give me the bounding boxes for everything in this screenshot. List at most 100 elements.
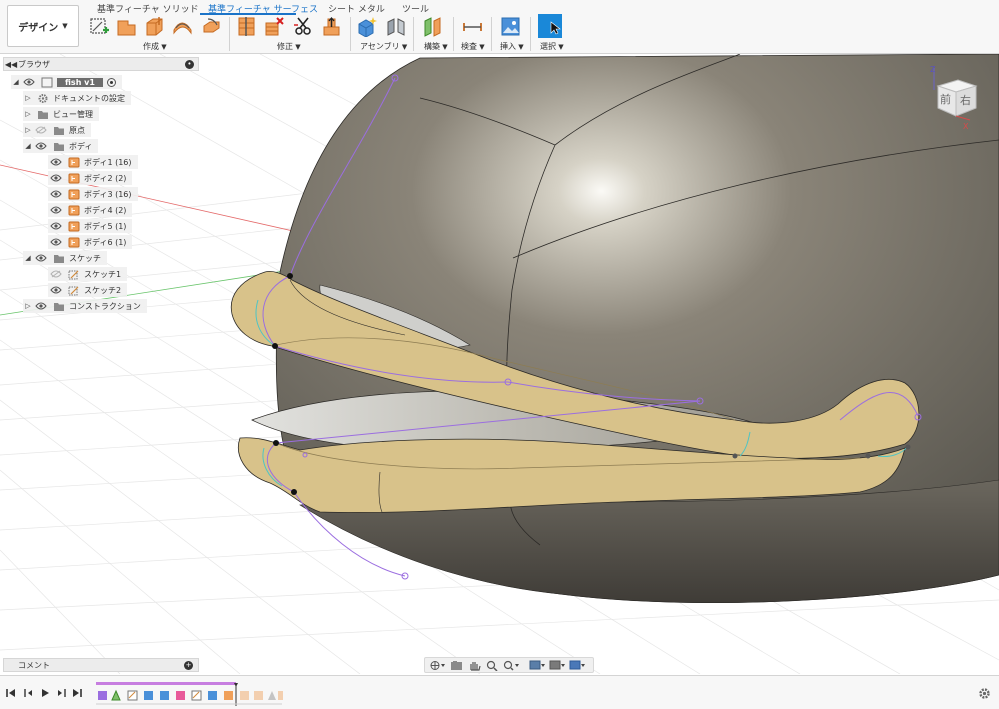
- browser-item-body6[interactable]: ボディ6 (1): [48, 235, 133, 249]
- body-icon: [68, 173, 80, 183]
- insert-menu[interactable]: 挿入 ▼: [500, 41, 524, 52]
- expand-triangle-icon[interactable]: ▷: [23, 94, 33, 102]
- offset-plane-icon[interactable]: [422, 16, 443, 37]
- chevron-down-icon: ▼: [399, 43, 408, 51]
- expand-triangle-icon[interactable]: ▷: [23, 302, 33, 310]
- zoom-icon[interactable]: [485, 660, 501, 671]
- orbit-menu-icon[interactable]: [429, 660, 445, 671]
- eye-icon[interactable]: [35, 254, 47, 262]
- expand-triangle-icon[interactable]: ◢: [23, 142, 33, 150]
- eye-icon[interactable]: [35, 302, 47, 310]
- eye-icon[interactable]: [35, 142, 47, 150]
- browser-item-view-management[interactable]: ▷ ビュー管理: [23, 107, 99, 121]
- timeline-settings-gear-icon[interactable]: [978, 687, 991, 700]
- browser-root[interactable]: ◢ fish v1: [11, 75, 122, 89]
- activate-radio-icon[interactable]: [106, 77, 116, 87]
- browser-item-label: スケッチ: [69, 253, 101, 263]
- modify-menu[interactable]: 修正 ▼: [277, 41, 301, 52]
- insert-image-icon[interactable]: [500, 16, 521, 37]
- browser-item-body2[interactable]: ボディ2 (2): [48, 171, 133, 185]
- browser-item-body3[interactable]: ボディ3 (16): [48, 187, 138, 201]
- expand-triangle-icon[interactable]: ◢: [11, 78, 21, 86]
- browser-header: ◀◀ ブラウザ •: [3, 57, 199, 71]
- eye-icon[interactable]: [23, 78, 35, 86]
- browser-item-document-settings[interactable]: ▷ ドキュメントの設定: [23, 91, 131, 105]
- browser-title: ブラウザ: [18, 59, 50, 69]
- go-to-start-icon[interactable]: [6, 688, 16, 698]
- patch-icon[interactable]: [144, 16, 165, 37]
- eye-icon[interactable]: [50, 286, 62, 294]
- assemble-menu[interactable]: アセンブリ ▼: [360, 41, 407, 52]
- look-at-icon[interactable]: [449, 660, 465, 671]
- expand-triangle-icon[interactable]: ◢: [23, 254, 33, 262]
- eye-icon[interactable]: [50, 238, 62, 246]
- trim-icon[interactable]: [236, 16, 257, 37]
- delete-face-icon[interactable]: [264, 16, 285, 37]
- toolbar-separator: [350, 17, 351, 51]
- add-comment-icon[interactable]: +: [184, 661, 193, 670]
- construct-menu[interactable]: 構築 ▼: [424, 41, 448, 52]
- select-menu[interactable]: 選択 ▼: [540, 41, 564, 52]
- browser-item-sketches[interactable]: ◢ スケッチ: [23, 251, 107, 265]
- eye-icon[interactable]: [50, 158, 62, 166]
- eye-icon[interactable]: [50, 222, 62, 230]
- go-to-end-icon[interactable]: [72, 688, 82, 698]
- chevron-down-icon: ▼: [159, 43, 167, 51]
- feature-timeline[interactable]: [94, 680, 284, 708]
- eye-icon[interactable]: [50, 206, 62, 214]
- browser-item-label: 原点: [69, 125, 85, 135]
- browser-item-label: コンストラクション: [69, 301, 141, 311]
- loft-icon[interactable]: [172, 16, 193, 37]
- select-icon[interactable]: [538, 14, 562, 38]
- create-menu[interactable]: 作成 ▼: [143, 41, 167, 52]
- grid-settings-icon[interactable]: [549, 660, 565, 671]
- chevron-down-icon: ▼: [293, 43, 301, 51]
- viewports-icon[interactable]: [569, 660, 585, 671]
- create-sketch-icon[interactable]: [89, 16, 110, 37]
- tab-tools[interactable]: ツール: [402, 2, 429, 15]
- select-menu-label: 選択: [540, 42, 556, 51]
- fit-zoom-icon[interactable]: [503, 660, 519, 671]
- measure-icon[interactable]: [462, 16, 483, 37]
- eye-icon[interactable]: [50, 174, 62, 182]
- step-forward-icon[interactable]: [56, 688, 66, 698]
- step-back-icon[interactable]: [24, 688, 34, 698]
- expand-triangle-icon[interactable]: ▷: [23, 110, 33, 118]
- workspace-label: デザイン: [18, 22, 59, 34]
- axis-x-label: X: [963, 122, 969, 130]
- sweep-icon[interactable]: [201, 16, 222, 37]
- browser-item-sketch2[interactable]: スケッチ2: [48, 283, 128, 297]
- expand-triangle-icon[interactable]: ▷: [23, 126, 33, 134]
- browser-item-origin[interactable]: ▷ 原点: [23, 123, 91, 137]
- comments-panel[interactable]: コメント +: [3, 658, 199, 672]
- tab-sheet-metal[interactable]: シート メタル: [328, 2, 385, 15]
- joint-icon[interactable]: [386, 16, 407, 37]
- timeline-bar: [0, 675, 999, 709]
- eye-icon[interactable]: [50, 190, 62, 198]
- eye-hidden-icon[interactable]: [35, 126, 47, 134]
- browser-item-body5[interactable]: ボディ5 (1): [48, 219, 133, 233]
- split-scissors-icon[interactable]: [293, 16, 314, 37]
- extrude-icon[interactable]: [116, 16, 137, 37]
- new-component-icon[interactable]: [357, 16, 378, 37]
- browser-item-sketch1[interactable]: スケッチ1: [48, 267, 128, 281]
- create-menu-label: 作成: [143, 42, 159, 51]
- press-pull-icon[interactable]: [321, 16, 342, 37]
- pan-hand-icon[interactable]: [467, 660, 483, 671]
- inspect-menu[interactable]: 検査 ▼: [461, 41, 485, 52]
- play-icon[interactable]: [40, 688, 50, 698]
- browser-item-label: ボディ2 (2): [84, 173, 127, 183]
- pin-icon[interactable]: •: [185, 60, 194, 69]
- display-settings-icon[interactable]: [529, 660, 545, 671]
- browser-item-label: ボディ6 (1): [84, 237, 127, 247]
- tab-solid[interactable]: 基準フィーチャ ソリッド: [97, 2, 199, 15]
- browser-item-bodies[interactable]: ◢ ボディ: [23, 139, 99, 153]
- browser-item-body1[interactable]: ボディ1 (16): [48, 155, 138, 169]
- browser-item-construction[interactable]: ▷ コンストラクション: [23, 299, 147, 313]
- gear-icon: [38, 93, 48, 103]
- workspace-switcher[interactable]: デザイン ▼: [7, 5, 79, 47]
- collapse-panel-icon[interactable]: ◀◀: [4, 60, 18, 69]
- view-cube[interactable]: Z 前 右 X: [924, 64, 980, 130]
- browser-item-body4[interactable]: ボディ4 (2): [48, 203, 133, 217]
- eye-hidden-icon[interactable]: [50, 270, 62, 278]
